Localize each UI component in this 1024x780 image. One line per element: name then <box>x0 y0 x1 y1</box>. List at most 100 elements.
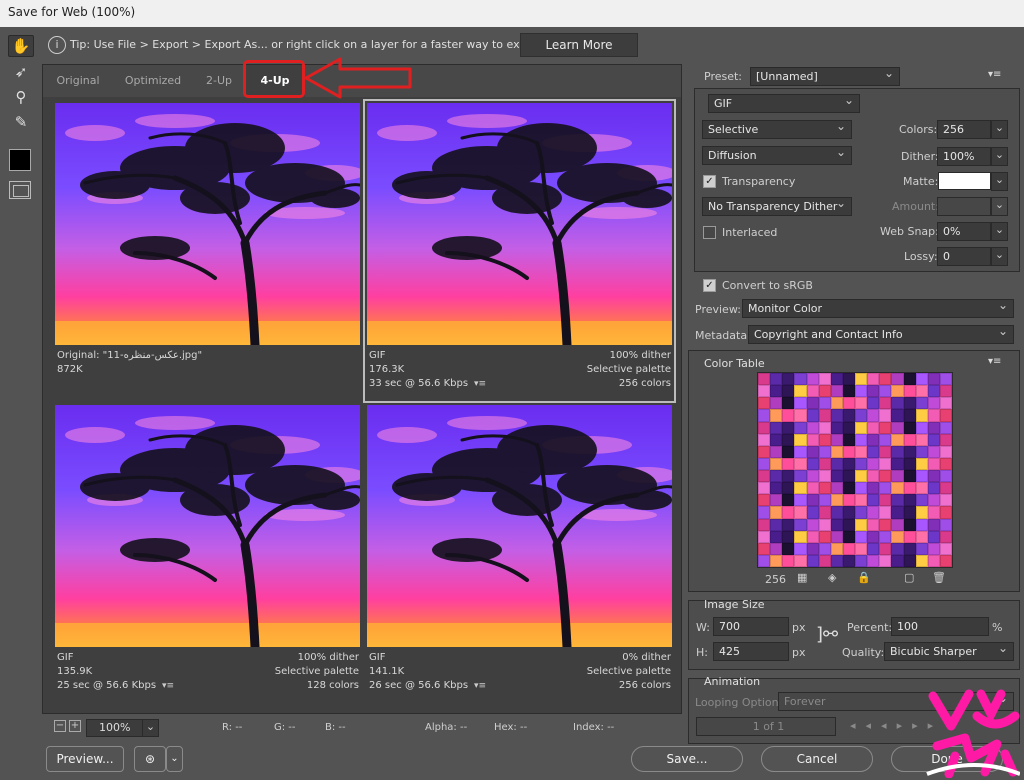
color-swatch[interactable] <box>758 518 771 531</box>
metadata-select[interactable]: Copyright and Contact Info <box>748 323 1014 344</box>
color-swatch[interactable] <box>867 482 880 495</box>
color-swatch[interactable] <box>758 554 771 567</box>
color-swatch[interactable] <box>867 373 880 386</box>
color-swatch[interactable] <box>927 482 940 495</box>
color-swatch[interactable] <box>758 409 771 422</box>
color-swatch[interactable] <box>915 470 928 483</box>
color-swatch[interactable] <box>855 542 868 555</box>
websnap-field[interactable]: 0% <box>937 222 991 241</box>
percent-field[interactable]: 100 <box>891 617 989 636</box>
color-swatch[interactable] <box>830 409 843 422</box>
format-select[interactable]: GIF <box>708 92 860 113</box>
color-swatch[interactable] <box>782 542 795 555</box>
color-swatch[interactable] <box>818 409 831 422</box>
color-swatch[interactable] <box>939 409 952 422</box>
color-swatch[interactable] <box>927 409 940 422</box>
color-swatch[interactable] <box>879 530 892 543</box>
color-swatch[interactable] <box>830 554 843 567</box>
color-swatch[interactable] <box>867 385 880 398</box>
color-swatch[interactable] <box>842 421 855 434</box>
color-swatch[interactable] <box>903 482 916 495</box>
zoom-tool-icon[interactable]: ⚲ <box>8 86 34 108</box>
color-swatch[interactable] <box>782 421 795 434</box>
quality-select[interactable]: Bicubic Sharper <box>884 640 1014 661</box>
color-swatch[interactable] <box>939 421 952 434</box>
color-swatch[interactable] <box>758 482 771 495</box>
color-swatch[interactable] <box>879 385 892 398</box>
color-swatch[interactable] <box>927 397 940 410</box>
learn-more-button[interactable]: Learn More <box>520 33 638 57</box>
color-swatch[interactable] <box>891 482 904 495</box>
color-swatch[interactable] <box>855 409 868 422</box>
tab-original[interactable]: Original <box>43 65 113 97</box>
color-swatch[interactable] <box>915 373 928 386</box>
color-swatch[interactable] <box>903 421 916 434</box>
color-swatch[interactable] <box>891 397 904 410</box>
color-swatch[interactable] <box>915 518 928 531</box>
color-swatch[interactable] <box>758 373 771 386</box>
dither-field[interactable]: 100% <box>937 147 991 166</box>
download-speed-menu-icon[interactable]: ▾≡ <box>162 681 174 691</box>
color-swatch[interactable] <box>830 397 843 410</box>
color-swatch[interactable] <box>855 397 868 410</box>
interlaced-checkbox[interactable] <box>703 226 716 239</box>
color-swatch[interactable] <box>855 457 868 470</box>
color-swatch[interactable] <box>867 518 880 531</box>
color-swatch[interactable] <box>903 542 916 555</box>
color-swatch[interactable] <box>927 445 940 458</box>
download-speed-menu-icon[interactable]: ▾≡ <box>474 379 486 389</box>
color-swatch[interactable] <box>794 433 807 446</box>
color-swatch[interactable] <box>818 554 831 567</box>
color-swatch[interactable] <box>794 457 807 470</box>
color-swatch[interactable] <box>758 397 771 410</box>
color-swatch[interactable] <box>939 373 952 386</box>
color-swatch[interactable] <box>879 482 892 495</box>
color-swatch[interactable] <box>903 470 916 483</box>
color-swatch[interactable] <box>830 482 843 495</box>
tab-2up[interactable]: 2-Up <box>193 65 245 97</box>
color-swatch[interactable] <box>794 373 807 386</box>
color-swatch[interactable] <box>855 433 868 446</box>
color-swatch[interactable] <box>879 373 892 386</box>
color-swatch[interactable] <box>903 554 916 567</box>
color-swatch[interactable] <box>842 397 855 410</box>
color-swatch[interactable] <box>794 470 807 483</box>
color-swatch[interactable] <box>806 530 819 543</box>
color-swatch[interactable] <box>903 506 916 519</box>
color-swatch[interactable] <box>842 457 855 470</box>
color-swatch[interactable] <box>867 470 880 483</box>
color-swatch[interactable] <box>806 385 819 398</box>
colors-field[interactable]: 256 <box>937 120 991 139</box>
dither-algorithm-select[interactable]: Diffusion <box>702 144 852 165</box>
color-swatch[interactable] <box>891 518 904 531</box>
matte-color-swatch[interactable] <box>938 172 991 190</box>
color-swatch[interactable] <box>782 433 795 446</box>
color-swatch[interactable] <box>867 506 880 519</box>
color-swatch[interactable] <box>915 385 928 398</box>
color-swatch[interactable] <box>915 554 928 567</box>
color-swatch[interactable] <box>939 470 952 483</box>
color-swatch[interactable] <box>758 421 771 434</box>
color-swatch[interactable] <box>855 445 868 458</box>
color-swatch[interactable] <box>879 421 892 434</box>
color-swatch[interactable] <box>758 385 771 398</box>
color-swatch[interactable] <box>806 421 819 434</box>
color-swatch[interactable] <box>879 506 892 519</box>
color-swatch[interactable] <box>915 482 928 495</box>
color-swatch[interactable] <box>782 482 795 495</box>
new-color-icon[interactable]: ▢ <box>904 571 914 584</box>
color-reduction-select[interactable]: Selective <box>702 118 852 139</box>
color-swatch[interactable] <box>903 409 916 422</box>
chevron-down-icon[interactable]: ⌄ <box>166 746 183 772</box>
color-swatch[interactable] <box>915 445 928 458</box>
color-swatch[interactable] <box>842 409 855 422</box>
color-swatch[interactable] <box>806 470 819 483</box>
color-swatch[interactable] <box>939 385 952 398</box>
color-table-swatches[interactable] <box>757 372 953 568</box>
color-swatch[interactable] <box>806 542 819 555</box>
color-swatch[interactable] <box>879 470 892 483</box>
color-swatch[interactable] <box>939 445 952 458</box>
color-swatch[interactable] <box>758 506 771 519</box>
chevron-down-icon[interactable]: ⌄ <box>991 197 1008 216</box>
color-swatch[interactable] <box>867 542 880 555</box>
